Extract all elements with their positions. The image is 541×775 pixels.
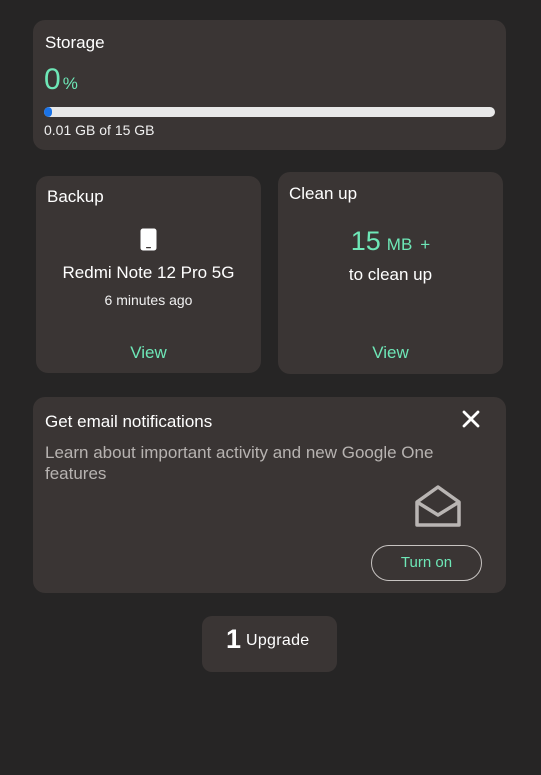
envelope-open-icon — [415, 485, 461, 527]
close-icon[interactable] — [459, 407, 483, 431]
upgrade-label: Upgrade — [246, 632, 310, 649]
storage-card[interactable]: Storage 0% 0.01 GB of 15 GB — [33, 20, 506, 150]
email-notifications-title: Get email notifications — [45, 412, 213, 431]
cleanup-card[interactable]: Clean up 15 MB + to clean up View — [278, 172, 503, 374]
upgrade-button[interactable]: 1 Upgrade — [202, 616, 337, 672]
backup-card[interactable]: Backup Redmi Note 12 Pro 5G 6 minutes ag… — [36, 176, 261, 373]
backup-time: 6 minutes ago — [104, 292, 193, 308]
storage-progress-fill — [44, 107, 52, 117]
email-notifications-description: Learn about important activity and new G… — [45, 443, 434, 483]
storage-percent-unit: % — [62, 74, 78, 93]
cleanup-subtitle: to clean up — [348, 265, 433, 284]
storage-title: Storage — [45, 33, 105, 52]
storage-percent-value: 0 — [44, 63, 61, 96]
cleanup-plus: + — [420, 235, 431, 254]
phone-icon — [140, 228, 157, 251]
email-notifications-card: Get email notifications Learn about impo… — [33, 397, 506, 593]
turn-on-button[interactable]: Turn on — [371, 545, 482, 581]
cleanup-amount-unit: MB — [386, 235, 413, 254]
backup-title: Backup — [47, 187, 104, 206]
storage-usage-text: 0.01 GB of 15 GB — [44, 122, 155, 138]
storage-progress-bar — [44, 107, 495, 117]
cleanup-title: Clean up — [289, 184, 358, 203]
backup-view-button[interactable]: View — [36, 343, 261, 363]
storage-percent: 0% — [44, 63, 78, 97]
cleanup-amount: 15 MB + — [278, 226, 503, 257]
cleanup-view-button[interactable]: View — [278, 343, 503, 363]
upgrade-count: 1 — [226, 624, 242, 654]
device-name: Redmi Note 12 Pro 5G — [62, 263, 235, 282]
cleanup-amount-value: 15 — [350, 226, 381, 256]
